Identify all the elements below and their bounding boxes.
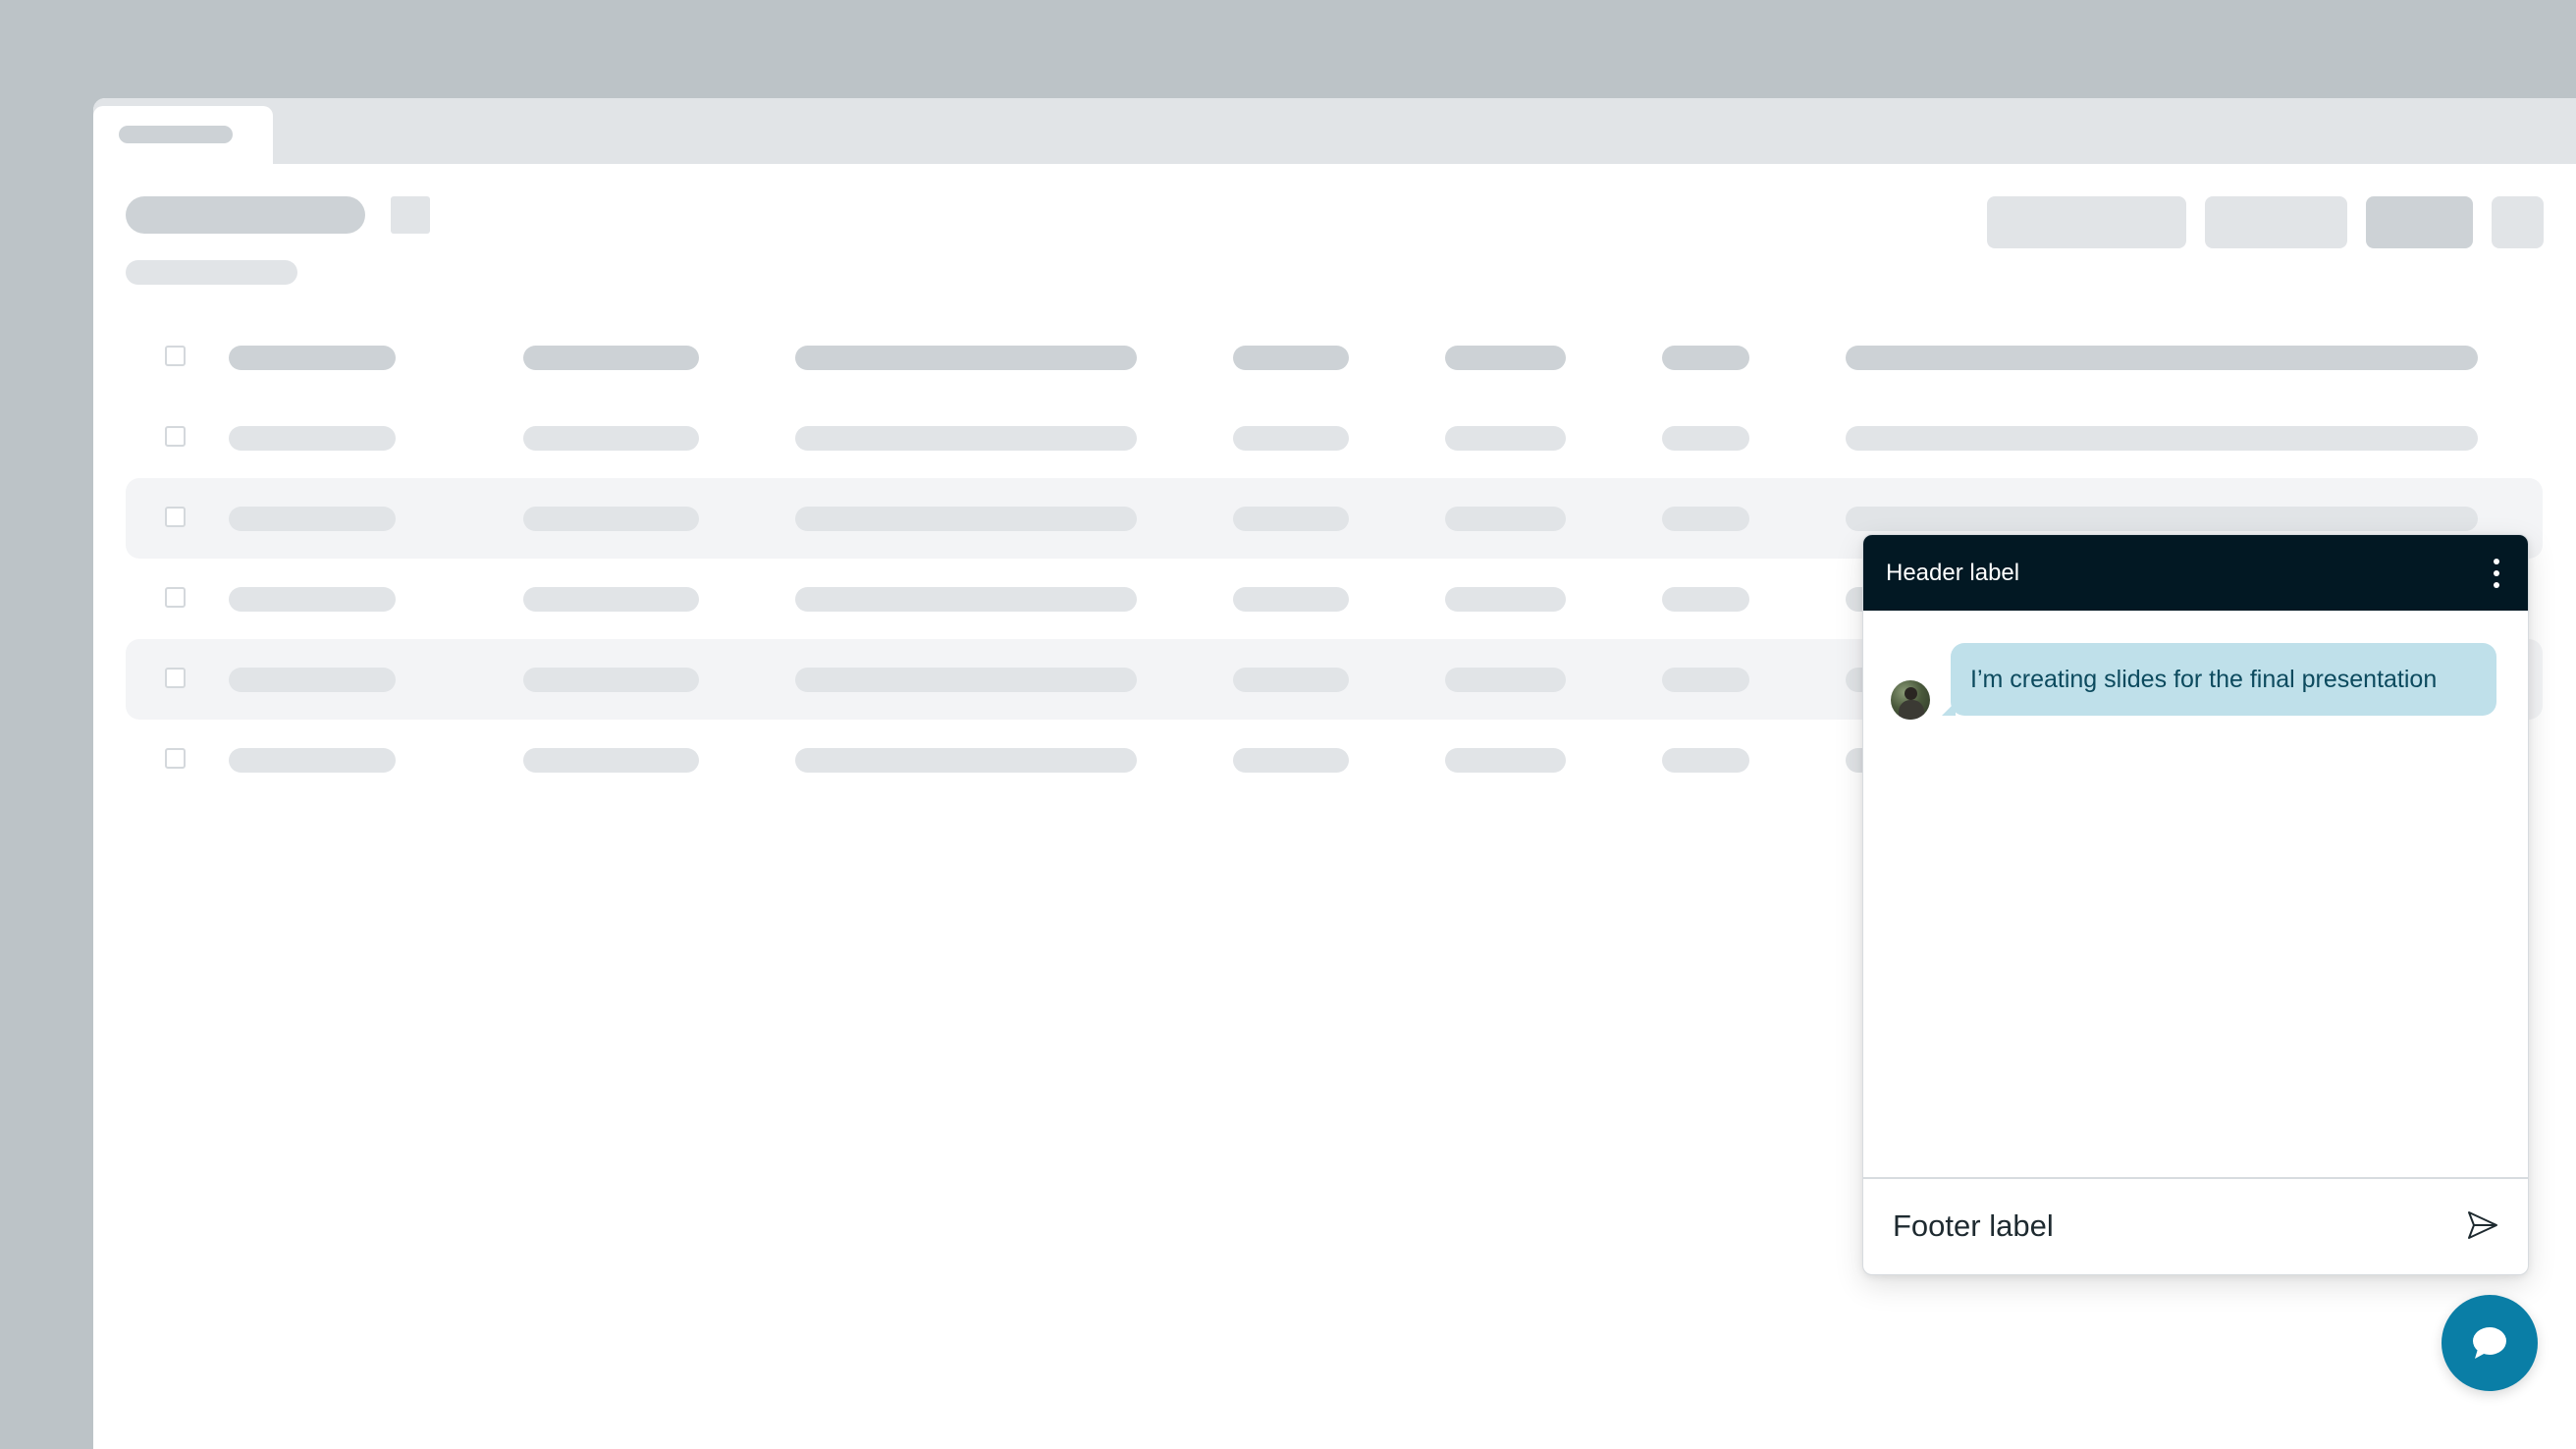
table-cell-placeholder (523, 748, 699, 773)
table-cell-placeholder (1662, 507, 1749, 531)
row-checkbox[interactable] (165, 748, 186, 769)
table-cell-placeholder (1662, 668, 1749, 692)
table-cell-placeholder (523, 346, 699, 370)
chat-panel: Header label I’m creating slides for the… (1862, 534, 2529, 1275)
table-cell-placeholder (1233, 748, 1349, 773)
table-cell-placeholder (1846, 426, 2478, 451)
table-cell-placeholder (229, 748, 396, 773)
table-cell-placeholder (229, 587, 396, 612)
chat-header-label: Header label (1886, 560, 2020, 586)
table-cell-placeholder (1846, 346, 2478, 370)
send-icon[interactable] (2467, 1210, 2498, 1240)
chat-message-bubble: I’m creating slides for the final presen… (1942, 643, 2496, 716)
chat-message-list: I’m creating slides for the final presen… (1863, 611, 2528, 1160)
table-cell-placeholder (1445, 748, 1566, 773)
chat-header: Header label (1863, 535, 2528, 611)
table-cell-placeholder (1662, 748, 1749, 773)
table-cell-placeholder (1662, 346, 1749, 370)
table-cell-placeholder (523, 507, 699, 531)
table-cell-placeholder (1445, 346, 1566, 370)
table-cell-placeholder (1445, 587, 1566, 612)
row-checkbox[interactable] (165, 668, 186, 688)
chat-footer (1863, 1177, 2528, 1274)
table-cell-placeholder (523, 426, 699, 451)
toolbar-primary-button-placeholder[interactable] (2366, 196, 2473, 248)
tab-title-placeholder (119, 126, 233, 143)
table-cell-placeholder (229, 346, 396, 370)
tab-bar (93, 98, 2576, 164)
table-cell-placeholder (1445, 668, 1566, 692)
row-checkbox[interactable] (165, 507, 186, 527)
table-cell-placeholder (1662, 426, 1749, 451)
table-cell-placeholder (1233, 507, 1349, 531)
table-cell-placeholder (1233, 346, 1349, 370)
user-avatar (1891, 680, 1930, 720)
table-cell-placeholder (1233, 668, 1349, 692)
page-title-placeholder (126, 196, 365, 234)
chat-launcher-button[interactable] (2442, 1295, 2538, 1391)
toolbar-button-placeholder[interactable] (2205, 196, 2347, 248)
row-checkbox[interactable] (165, 346, 186, 366)
row-checkbox[interactable] (165, 587, 186, 608)
table-cell-placeholder (229, 507, 396, 531)
table-cell-placeholder (1445, 426, 1566, 451)
table-cell-placeholder (1846, 507, 2478, 531)
table-cell-placeholder (795, 587, 1137, 612)
table-cell-placeholder (1445, 507, 1566, 531)
table-cell-placeholder (229, 668, 396, 692)
toolbar-icon-button-placeholder[interactable] (2492, 196, 2544, 248)
table-cell-placeholder (1662, 587, 1749, 612)
table-cell-placeholder (795, 346, 1137, 370)
table-cell-placeholder (523, 668, 699, 692)
page-subtitle-placeholder (126, 260, 297, 285)
table-cell-placeholder (795, 426, 1137, 451)
table-cell-placeholder (229, 426, 396, 451)
table-cell-placeholder (795, 668, 1137, 692)
title-icon-placeholder (391, 196, 430, 234)
chat-bubble-icon (2473, 1327, 2506, 1359)
table-cell-placeholder (795, 507, 1137, 531)
table-cell-placeholder (1233, 426, 1349, 451)
table-cell-placeholder (795, 748, 1137, 773)
table-cell-placeholder (1233, 587, 1349, 612)
table-row[interactable] (126, 317, 2543, 398)
toolbar-button-placeholder[interactable] (1987, 196, 2186, 248)
chat-message-input[interactable] (1893, 1207, 2423, 1246)
kebab-menu-icon[interactable] (2493, 559, 2500, 588)
table-row[interactable] (126, 398, 2543, 478)
row-checkbox[interactable] (165, 426, 186, 447)
active-tab[interactable] (93, 106, 273, 164)
table-cell-placeholder (523, 587, 699, 612)
